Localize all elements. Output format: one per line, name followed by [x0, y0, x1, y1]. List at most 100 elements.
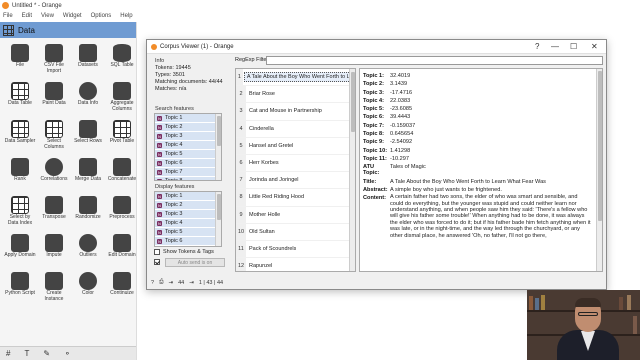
feature-item[interactable]: N Topic 1	[155, 114, 221, 122]
widget-create-instance[interactable]: Create Instance	[38, 270, 70, 308]
widget-continuize[interactable]: Continuize	[106, 270, 136, 308]
display-features-list[interactable]: N Topic 1 N Topic 2 N Topic 3 N Topic 4 N Topic 5…	[154, 191, 222, 247]
data-category-header[interactable]: Data	[0, 22, 136, 38]
document-row[interactable]: 12 Rapunzel	[236, 258, 355, 271]
menu-file[interactable]: File	[3, 13, 13, 19]
menu-widget[interactable]: Widget	[63, 13, 82, 19]
impute-icon	[45, 234, 63, 252]
document-row[interactable]: 2 Briar Rose	[236, 86, 355, 104]
maximize-button[interactable]: ☐	[570, 42, 577, 51]
document-row[interactable]: 9 Mother Holle	[236, 206, 355, 224]
widget-correlations[interactable]: Correlations	[38, 156, 70, 194]
topic-value-row: Topic 2: 3.1439	[363, 80, 592, 88]
widget-outliers[interactable]: Outliers	[72, 232, 104, 270]
topic-key: Topic 6:	[363, 114, 385, 121]
feature-item[interactable]: N Topic 4	[155, 219, 221, 227]
outliers-icon	[79, 234, 97, 252]
widget-python[interactable]: Python Script	[4, 270, 36, 308]
feature-item[interactable]: N Topic 4	[155, 141, 221, 149]
feature-item[interactable]: NTopic 7	[155, 168, 221, 176]
widget-datasets[interactable]: Datasets	[72, 42, 104, 80]
widget-concatenate[interactable]: Concatenate	[106, 156, 136, 194]
widget-select-index[interactable]: Select by Data Index	[4, 194, 36, 232]
search-list-scrollbar[interactable]	[215, 114, 221, 180]
widget-csv-file[interactable]: CSV File Import	[38, 42, 70, 80]
widget-aggregate[interactable]: Aggregate Columns	[106, 80, 136, 118]
feature-item[interactable]: N Topic 6	[155, 237, 221, 245]
feature-item[interactable]: NTopic 7	[155, 246, 221, 247]
document-list[interactable]: 1A Tale About the Boy Who Went Forth to …	[235, 68, 356, 272]
pen-footer-icon[interactable]: ✎	[43, 349, 50, 358]
text-footer-icon[interactable]: T	[24, 349, 29, 358]
display-list-scrollbar[interactable]	[215, 192, 221, 246]
widget-sampler[interactable]: Data Sampler	[4, 118, 36, 156]
numeric-variable-icon: N	[157, 229, 162, 235]
feature-item[interactable]: N Topic 5	[155, 150, 221, 158]
feature-item[interactable]: N Topic 2	[155, 123, 221, 131]
topic-value-row: Topic 1: 32.4019	[363, 72, 592, 80]
feature-item[interactable]: N Topic 8	[155, 177, 221, 180]
widget-color[interactable]: Color	[72, 270, 104, 308]
webcam-overlay	[527, 290, 640, 360]
document-row[interactable]: 6 Herr Korbes	[236, 154, 355, 173]
topic-key: Topic 4:	[363, 97, 385, 104]
topic-value: 22.0383	[390, 97, 411, 104]
widget-edit-domain[interactable]: Edit Domain	[106, 232, 136, 270]
grid-footer-icon[interactable]: #	[6, 349, 10, 358]
document-list-scrollbar[interactable]	[349, 69, 355, 271]
auto-send-button[interactable]: Auto send is on	[165, 257, 225, 267]
document-row[interactable]: 11 Pack of Scoundrels	[236, 240, 355, 259]
widget-label: Outliers	[79, 252, 97, 258]
document-row[interactable]: 5 Hansel and Gretel	[236, 137, 355, 155]
menu-edit[interactable]: Edit	[22, 13, 32, 19]
widget-pivot[interactable]: Pivot Table	[106, 118, 136, 156]
minimize-button[interactable]: —	[551, 42, 559, 51]
regexp-filter-input[interactable]	[266, 56, 603, 65]
feature-item[interactable]: N Topic 6	[155, 159, 221, 167]
document-row[interactable]: 3 Cat and Mouse in Partnership	[236, 103, 355, 121]
feature-item[interactable]: N Topic 3	[155, 132, 221, 140]
circle-footer-icon[interactable]: ⚬	[64, 349, 71, 358]
widget-impute[interactable]: Impute	[38, 232, 70, 270]
document-row[interactable]: 4 Cinderella	[236, 120, 355, 138]
topic-key: Topic 9:	[363, 139, 385, 146]
widget-info[interactable]: Data Info	[72, 80, 104, 118]
save-icon[interactable]: ⎙	[159, 279, 163, 286]
widget-preprocess[interactable]: Preprocess	[106, 194, 136, 232]
document-title: Mother Holle	[249, 211, 281, 218]
widget-randomize[interactable]: Randomize	[72, 194, 104, 232]
document-row[interactable]: 7 Jorinda and Joringel	[236, 172, 355, 190]
widget-select-columns[interactable]: Select Columns	[38, 118, 70, 156]
feature-item[interactable]: N Topic 5	[155, 228, 221, 236]
close-button[interactable]: ✕	[591, 42, 598, 51]
document-row[interactable]: 1A Tale About the Boy Who Went Forth to …	[236, 69, 355, 87]
widget-table[interactable]: Data Table	[4, 80, 36, 118]
feature-item[interactable]: N Topic 3	[155, 210, 221, 218]
show-tokens-row[interactable]: Show Tokens & Tags	[151, 247, 231, 257]
document-row[interactable]: 8 Little Red Riding Hood	[236, 189, 355, 207]
help-button[interactable]: ?	[535, 42, 539, 51]
numeric-variable-icon: N	[157, 124, 162, 130]
widget-rank[interactable]: Rank	[4, 156, 36, 194]
select-columns-icon	[45, 120, 63, 138]
widget-apply-domain[interactable]: Apply Domain	[4, 232, 36, 270]
widget-select-rows[interactable]: Select Rows	[72, 118, 104, 156]
widget-file[interactable]: File	[4, 42, 36, 80]
menu-help[interactable]: Help	[120, 13, 132, 19]
show-tokens-checkbox[interactable]	[154, 249, 160, 255]
help-icon[interactable]: ?	[151, 280, 154, 286]
widget-paint[interactable]: Paint Data	[38, 80, 70, 118]
widget-database[interactable]: SQL Table	[106, 42, 136, 80]
file-icon	[11, 44, 29, 62]
widget-merge[interactable]: Merge Data	[72, 156, 104, 194]
widget-transpose[interactable]: Transpose	[38, 194, 70, 232]
feature-item[interactable]: N Topic 1	[155, 192, 221, 200]
merge-icon	[79, 158, 97, 176]
menu-options[interactable]: Options	[91, 13, 112, 19]
search-features-list[interactable]: N Topic 1 N Topic 2 N Topic 3 N Topic 4 N Topic 5…	[154, 113, 222, 181]
auto-send-checkbox[interactable]	[154, 259, 160, 265]
detail-scrollbar[interactable]	[596, 69, 602, 271]
menu-view[interactable]: View	[41, 13, 54, 19]
feature-item[interactable]: N Topic 2	[155, 201, 221, 209]
document-row[interactable]: 10 Old Sultan	[236, 223, 355, 241]
